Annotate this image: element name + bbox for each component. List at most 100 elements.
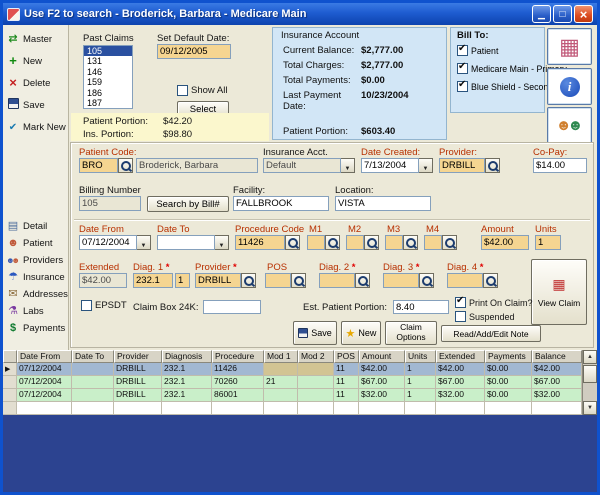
scroll-down-button[interactable] bbox=[583, 401, 597, 415]
date-to-field[interactable] bbox=[157, 235, 215, 250]
grid-row[interactable]: 07/12/2004 DRBILL 232.1 70260 21 11 $67.… bbox=[3, 376, 597, 389]
close-button[interactable] bbox=[574, 5, 593, 23]
date-from-combo: 07/12/2004 bbox=[79, 235, 151, 250]
diag2-field[interactable] bbox=[319, 273, 355, 288]
delete-icon bbox=[6, 76, 20, 90]
sidebar-item-patient[interactable]: Patient bbox=[3, 235, 68, 252]
set-default-date-field[interactable]: 09/12/2005 bbox=[157, 44, 231, 59]
sidebar-item-mark-new[interactable]: Mark New bbox=[3, 116, 68, 138]
maximize-button[interactable] bbox=[553, 5, 572, 23]
m1-field[interactable] bbox=[307, 235, 325, 250]
est-patient-portion-field[interactable]: 8.40 bbox=[393, 300, 449, 314]
scroll-thumb[interactable] bbox=[583, 365, 597, 383]
procedure-code-lookup-button[interactable] bbox=[285, 235, 300, 250]
diag3-lookup-button[interactable] bbox=[419, 273, 434, 288]
patient-code-lookup-button[interactable] bbox=[118, 158, 133, 173]
sidebar-item-labs[interactable]: Labs bbox=[3, 303, 68, 320]
magnifier-icon bbox=[420, 274, 433, 287]
sidebar-item-insurance[interactable]: Insurance bbox=[3, 269, 68, 286]
pos-lookup-button[interactable] bbox=[291, 273, 306, 288]
bill-to-medicare-checkbox[interactable] bbox=[457, 63, 468, 74]
epsdt-checkbox[interactable] bbox=[81, 300, 92, 311]
procedure-code-field[interactable]: 11426 bbox=[235, 235, 285, 250]
diag2-lookup-button[interactable] bbox=[355, 273, 370, 288]
date-from-dropdown-button[interactable] bbox=[137, 235, 151, 250]
diag3-field[interactable] bbox=[383, 273, 419, 288]
list-item[interactable]: 146 bbox=[84, 67, 132, 77]
sidebar-item-save[interactable]: Save bbox=[3, 94, 68, 116]
claim-box-24k-field[interactable] bbox=[203, 300, 261, 314]
star-icon bbox=[346, 327, 356, 340]
sidebar-item-payments[interactable]: Payments bbox=[3, 320, 68, 337]
location-label: Location: bbox=[335, 185, 374, 196]
sidebar-item-addresses[interactable]: Addresses bbox=[3, 286, 68, 303]
amount-field[interactable]: $42.00 bbox=[481, 235, 529, 250]
sidebar-item-detail[interactable]: Detail bbox=[3, 218, 68, 235]
date-created-field[interactable]: 7/13/2004 bbox=[361, 158, 419, 173]
diag4-lookup-button[interactable] bbox=[483, 273, 498, 288]
patients-button[interactable] bbox=[547, 107, 592, 145]
new-button[interactable]: New bbox=[341, 321, 381, 345]
units-field[interactable]: 1 bbox=[535, 235, 561, 250]
list-item[interactable]: 187 bbox=[84, 98, 132, 108]
view-claim-button[interactable]: View Claim bbox=[531, 259, 587, 325]
list-item[interactable]: 159 bbox=[84, 77, 132, 87]
list-item[interactable]: 131 bbox=[84, 56, 132, 66]
grid-cell: 232.1 bbox=[162, 376, 212, 389]
grid-row[interactable]: 07/12/2004 DRBILL 232.1 86001 11 $32.00 … bbox=[3, 389, 597, 402]
m3-field[interactable] bbox=[385, 235, 403, 250]
facility-field[interactable]: FALLBROOK bbox=[233, 196, 329, 211]
read-add-edit-note-button[interactable]: Read/Add/Edit Note bbox=[441, 325, 541, 342]
date-created-dropdown-button[interactable] bbox=[419, 158, 433, 173]
provider-lookup-button[interactable] bbox=[485, 158, 500, 173]
m4-lookup-button[interactable] bbox=[442, 235, 457, 250]
sidebar-spacer bbox=[3, 138, 68, 218]
claim-provider-field[interactable]: DRBILL bbox=[195, 273, 241, 288]
insurance-acct-dropdown-button[interactable] bbox=[341, 158, 355, 173]
diag4-label: Diag. 4 bbox=[447, 262, 483, 273]
grid-cell: 70260 bbox=[212, 376, 264, 389]
patient-code-field[interactable]: BRO bbox=[79, 158, 118, 173]
diag1-field[interactable]: 232.1 bbox=[133, 273, 173, 288]
sidebar-item-delete[interactable]: Delete bbox=[3, 72, 68, 94]
bill-to-blueshield-checkbox[interactable] bbox=[457, 81, 468, 92]
reports-button[interactable] bbox=[547, 28, 592, 65]
grid-scrollbar[interactable] bbox=[582, 350, 597, 415]
print-on-claim-checkbox[interactable] bbox=[455, 297, 466, 308]
m2-lookup-button[interactable] bbox=[364, 235, 379, 250]
sidebar-item-providers[interactable]: Providers bbox=[3, 252, 68, 269]
grid-row[interactable]: 07/12/2004 DRBILL 232.1 11426 11 $42.00 … bbox=[3, 363, 597, 376]
claim-provider-lookup-button[interactable] bbox=[241, 273, 256, 288]
scroll-up-button[interactable] bbox=[583, 350, 597, 364]
diag-pointer-field[interactable]: 1 bbox=[175, 273, 190, 288]
pos-field[interactable] bbox=[265, 273, 291, 288]
info-button[interactable] bbox=[547, 68, 592, 105]
date-to-dropdown-button[interactable] bbox=[215, 235, 229, 250]
column-header: Payments bbox=[485, 350, 532, 363]
claim-options-button[interactable]: Claim Options bbox=[385, 321, 437, 345]
minimize-button[interactable] bbox=[532, 5, 551, 23]
column-header: Diagnosis bbox=[162, 350, 212, 363]
portion-summary: Patient Portion: $42.20 Ins. Portion: $9… bbox=[71, 113, 269, 141]
m4-field[interactable] bbox=[424, 235, 442, 250]
diag4-field[interactable] bbox=[447, 273, 483, 288]
list-item[interactable]: 186 bbox=[84, 88, 132, 98]
list-item[interactable]: 105 bbox=[84, 46, 132, 56]
copay-field[interactable]: $14.00 bbox=[533, 158, 587, 173]
sidebar-item-new[interactable]: New bbox=[3, 50, 68, 72]
search-by-bill-button[interactable]: Search by Bill# bbox=[147, 196, 229, 212]
insurance-account-panel: Insurance Account Current Balance: $2,77… bbox=[272, 27, 447, 140]
m2-field[interactable] bbox=[346, 235, 364, 250]
show-all-checkbox[interactable] bbox=[177, 85, 188, 96]
date-from-field[interactable]: 07/12/2004 bbox=[79, 235, 137, 250]
sidebar-item-master[interactable]: Master bbox=[3, 28, 68, 50]
m3-lookup-button[interactable] bbox=[403, 235, 418, 250]
past-claims-list[interactable]: 105 131 146 159 186 187 bbox=[83, 45, 133, 109]
grid-cell: 232.1 bbox=[162, 363, 212, 376]
save-button[interactable]: Save bbox=[293, 321, 337, 345]
m1-lookup-button[interactable] bbox=[325, 235, 340, 250]
bill-to-patient-checkbox[interactable] bbox=[457, 45, 468, 56]
provider-field[interactable]: DRBILL bbox=[439, 158, 485, 173]
location-field[interactable]: VISTA bbox=[335, 196, 431, 211]
suspended-checkbox[interactable] bbox=[455, 311, 466, 322]
